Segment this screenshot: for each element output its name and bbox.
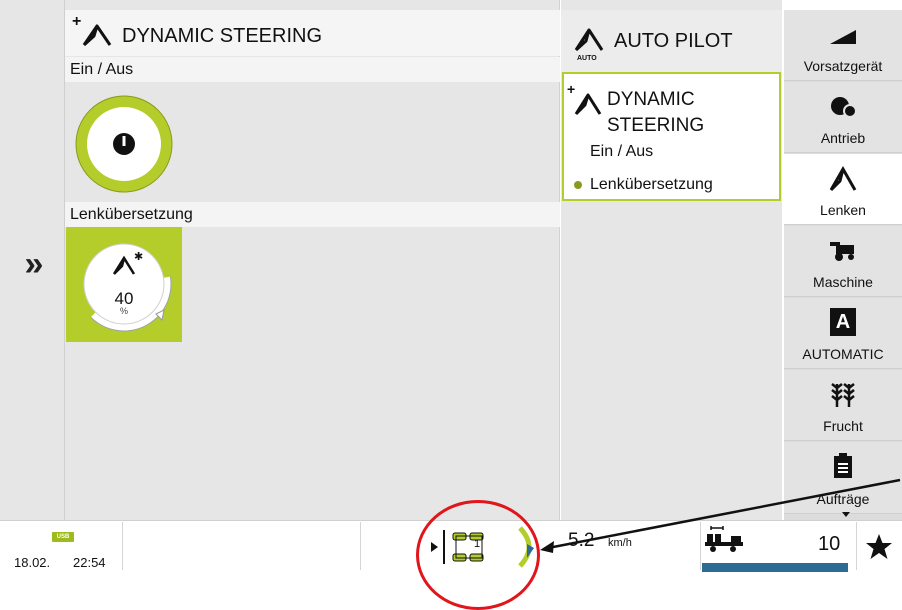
- autopilot-label: AUTO PILOT: [614, 30, 733, 52]
- annotation-arrow: [540, 478, 901, 553]
- harvester-icon: [830, 242, 854, 261]
- steering-ratio-unit: %: [119, 306, 128, 316]
- card-title-line1: DYNAMIC: [607, 89, 695, 110]
- dynamic-steering-icon: +: [567, 82, 602, 116]
- steering-icon: [829, 165, 857, 192]
- section-label-on-off: Ein / Aus: [65, 57, 560, 82]
- drive-icon: [831, 97, 857, 118]
- tab-automatic[interactable]: A AUTOMATIC: [784, 298, 902, 369]
- on-off-toggle[interactable]: [72, 92, 176, 196]
- expand-chevron-icon[interactable]: »: [18, 247, 50, 281]
- auto-tag: AUTO: [577, 55, 597, 62]
- svg-text:+: +: [72, 13, 81, 30]
- dynamic-steering-icon: +: [72, 13, 112, 47]
- automatic-icon: A: [830, 308, 856, 336]
- status-date: 18.02.: [14, 555, 51, 570]
- crop-icon: [831, 383, 855, 407]
- tab-maschine[interactable]: Maschine: [784, 226, 902, 297]
- divider: [360, 522, 361, 570]
- tab-lenken[interactable]: Lenken: [784, 154, 902, 225]
- header-icon: [830, 30, 856, 44]
- clipboard-icon: [834, 453, 852, 478]
- autopilot-icon: [574, 28, 604, 52]
- page-title: DYNAMIC STEERING: [122, 25, 323, 47]
- divider: [122, 522, 123, 570]
- card-item-steering-ratio[interactable]: Lenkübersetzung: [590, 176, 713, 194]
- gear-icon: ✱: [134, 251, 143, 263]
- active-bullet-icon: [574, 181, 582, 189]
- card-item-on-off[interactable]: Ein / Aus: [590, 143, 653, 161]
- tab-antrieb[interactable]: Antrieb: [784, 82, 902, 153]
- tab-frucht[interactable]: Frucht: [784, 370, 902, 441]
- status-time: 22:54: [73, 555, 106, 570]
- annotation-circle: [416, 500, 540, 610]
- usb-icon: USB: [52, 532, 74, 542]
- card-title-line2: STEERING: [607, 115, 705, 136]
- tab-vorsatzgeraet[interactable]: Vorsatzgerät: [784, 10, 902, 81]
- section-label-steering-ratio: Lenkübersetzung: [65, 202, 560, 227]
- steering-ratio-dial[interactable]: ✱: [72, 232, 176, 336]
- svg-text:+: +: [567, 82, 575, 97]
